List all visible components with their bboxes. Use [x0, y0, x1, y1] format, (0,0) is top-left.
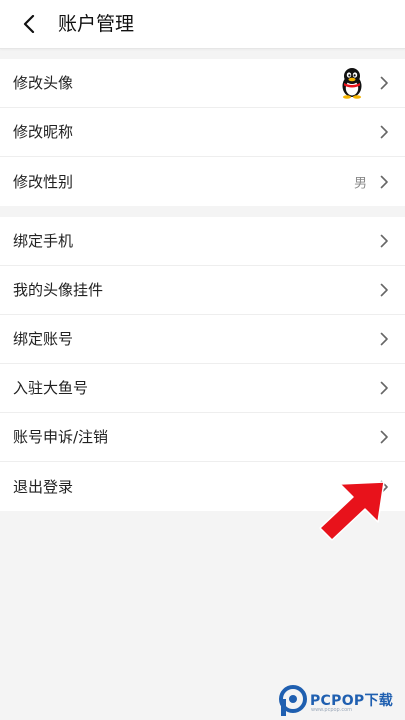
- qq-penguin-avatar-icon: [342, 68, 362, 99]
- menu-item-change-avatar[interactable]: 修改头像: [0, 59, 405, 108]
- menu-item-label: 退出登录: [13, 477, 74, 496]
- menu-item-label: 账号申诉/注销: [13, 428, 109, 446]
- watermark-url: www.pcpop.com: [311, 707, 352, 713]
- menu-item-bind-phone[interactable]: 绑定手机: [0, 217, 405, 266]
- pcpop-watermark: PCPOP下载 www.pcpop.com: [278, 684, 402, 718]
- menu-item-label: 绑定手机: [13, 232, 74, 250]
- menu-item-appeal-deregister[interactable]: 账号申诉/注销: [0, 413, 405, 462]
- menu-item-bind-account[interactable]: 绑定账号: [0, 315, 405, 364]
- chevron-right-icon: [379, 76, 389, 90]
- menu-item-avatar-pendant[interactable]: 我的头像挂件: [0, 266, 405, 315]
- menu-item-label: 绑定账号: [13, 330, 74, 348]
- chevron-right-icon: [379, 283, 389, 297]
- menu-item-label: 我的头像挂件: [13, 281, 104, 299]
- profile-settings-group: 修改头像 修改昵称 修改性别 男: [0, 59, 405, 206]
- chevron-right-icon: [379, 381, 389, 395]
- top-bar: 账户管理: [0, 0, 405, 49]
- gender-value: 男: [353, 176, 367, 191]
- menu-item-label: 修改头像: [13, 74, 74, 92]
- chevron-right-icon: [379, 175, 389, 189]
- menu-item-change-gender[interactable]: 修改性别 男: [0, 157, 405, 206]
- pcpop-logo-icon: [279, 685, 307, 716]
- back-button[interactable]: [18, 13, 40, 35]
- page-title: 账户管理: [58, 13, 135, 35]
- red-pointer-arrow-icon: [319, 481, 385, 541]
- menu-item-dayu-account[interactable]: 入驻大鱼号: [0, 364, 405, 413]
- chevron-right-icon: [379, 125, 389, 139]
- chevron-right-icon: [379, 332, 389, 346]
- chevron-right-icon: [379, 234, 389, 248]
- menu-item-change-nickname[interactable]: 修改昵称: [0, 108, 405, 157]
- chevron-right-icon: [379, 430, 389, 444]
- menu-item-label: 入驻大鱼号: [13, 379, 89, 397]
- menu-item-label: 修改性别: [13, 172, 74, 191]
- account-settings-group: 绑定手机 我的头像挂件 绑定账号 入驻大鱼号 账号申诉/注销 退出登录: [0, 217, 405, 511]
- menu-item-label: 修改昵称: [13, 123, 74, 141]
- chevron-left-icon: [23, 15, 35, 33]
